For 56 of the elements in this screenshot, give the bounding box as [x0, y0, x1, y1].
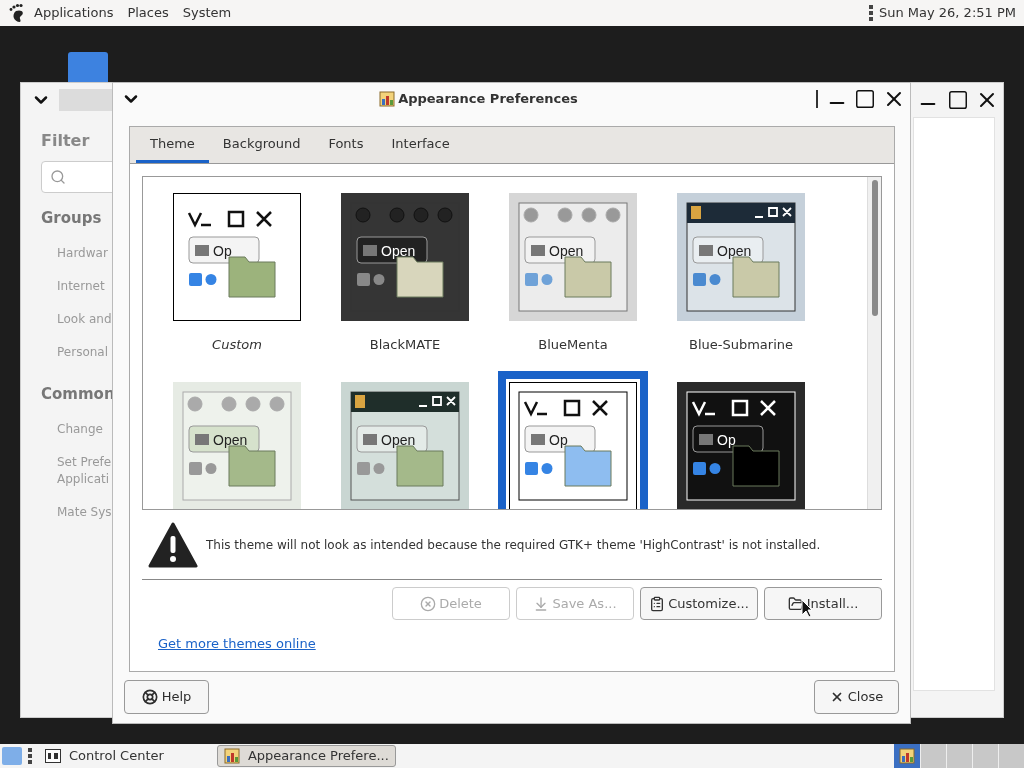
window-title: Appearance Preferences: [398, 90, 578, 109]
theme-name: BlueMenta: [538, 335, 608, 354]
theme-thumbnail[interactable]: Op: [162, 182, 312, 332]
theme-thumbnail[interactable]: Open: [666, 182, 816, 332]
control-panel-icon: [45, 749, 61, 763]
search-icon: [50, 169, 66, 185]
panel-menu[interactable]: Places: [127, 3, 169, 23]
workspace-switcher[interactable]: [894, 744, 1024, 768]
open-label: Op: [549, 432, 568, 448]
theme-thumbnail[interactable]: Open: [330, 371, 480, 509]
theme-thumbnail[interactable]: Op: [498, 371, 648, 509]
appearance-app-icon: [379, 91, 396, 107]
handle-icon: [868, 4, 873, 22]
panel-menu[interactable]: System: [182, 3, 232, 23]
open-label: Open: [717, 243, 752, 259]
action-button[interactable]: Install...: [764, 587, 882, 620]
folder-icon: [787, 595, 804, 612]
taskbar-button[interactable]: Appearance Prefere...: [216, 745, 396, 767]
clipboard-icon: [649, 595, 666, 612]
tab[interactable]: Interface: [377, 127, 464, 163]
open-label: Open: [381, 432, 416, 448]
theme-name: Custom: [212, 335, 262, 354]
action-button[interactable]: Customize...: [640, 587, 758, 620]
get-themes-link[interactable]: Get more themes online: [158, 636, 316, 651]
help-icon: [141, 689, 158, 705]
open-label: Op: [213, 243, 232, 259]
open-label: Open: [381, 243, 416, 259]
theme-thumbnail[interactable]: Op: [666, 371, 816, 509]
delete-icon: [420, 595, 437, 612]
section-heading: Groups: [41, 208, 102, 229]
clock[interactable]: Sun May 26, 2:51 PM: [878, 3, 1016, 23]
maximize-icon[interactable]: [854, 88, 876, 110]
open-label: Open: [213, 432, 248, 448]
maximize-icon[interactable]: [947, 89, 969, 111]
filter-heading: Filter: [41, 130, 90, 152]
appearance-app-icon: [899, 748, 915, 764]
handle-icon: [28, 747, 32, 765]
panel-menu[interactable]: Applications: [34, 3, 114, 23]
open-label: Op: [717, 432, 736, 448]
theme-thumbnail[interactable]: Open: [330, 182, 480, 332]
help-button[interactable]: Help: [124, 680, 209, 714]
warning-icon: [148, 521, 198, 568]
scrollbar[interactable]: [867, 177, 881, 509]
section-heading: Common: [41, 384, 115, 405]
tab[interactable]: Theme: [136, 127, 209, 163]
warning-message: This theme will not look as intended because the required GTK+ theme 'HighContrast' is not installed.: [206, 536, 821, 554]
close-button[interactable]: Close: [814, 680, 899, 714]
taskbar-button[interactable]: Control Center: [38, 745, 171, 767]
open-label: Open: [549, 243, 584, 259]
tab[interactable]: Background: [208, 127, 315, 163]
theme-thumbnail[interactable]: Open: [162, 371, 312, 509]
theme-thumbnail[interactable]: Open: [498, 182, 648, 332]
appearance-app-icon: [223, 748, 240, 764]
tab[interactable]: Fonts: [314, 127, 378, 163]
theme-name: BlackMATE: [369, 335, 441, 354]
theme-name: Blue-Submarine: [689, 335, 793, 354]
